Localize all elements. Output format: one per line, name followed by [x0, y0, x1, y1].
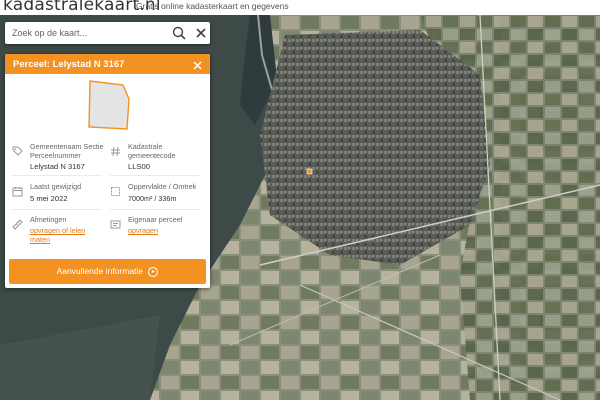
tag-icon	[12, 144, 23, 162]
area-icon	[110, 184, 121, 202]
field-code: Kadastrale gemeentecode LLS00	[110, 142, 205, 173]
site-tagline: Gratis online kadasterkaart en gegevens	[136, 1, 289, 11]
field-date: Laatst gewijzigd 5 mei 2022	[12, 182, 107, 207]
close-icon[interactable]	[193, 25, 209, 41]
divider	[12, 209, 102, 210]
divider	[110, 209, 200, 210]
field-value: LLS00	[128, 162, 150, 171]
panel-title: Perceel: Lelystad N 3167	[13, 59, 125, 70]
search-icon[interactable]	[171, 25, 187, 41]
field-area: Oppervlakte / Omtrek 7000m² / 336m	[110, 182, 205, 207]
divider	[12, 175, 102, 176]
field-label: Oppervlakte / Omtrek	[128, 182, 197, 191]
field-value: 5 mei 2022	[30, 194, 68, 203]
field-measure: Afmetingen opvragen of lelen maten	[12, 215, 107, 246]
parcel-shape	[88, 80, 130, 130]
owner-link[interactable]: opvragen	[128, 226, 158, 236]
more-info-button[interactable]: Aanvullende informatie ▸	[9, 259, 206, 284]
more-info-label: Aanvullende informatie	[56, 266, 144, 276]
ruler-icon	[12, 217, 23, 235]
field-label: Kadastrale gemeentecode	[128, 142, 176, 160]
measure-link[interactable]: opvragen of lelen maten	[30, 226, 85, 244]
id-card-icon	[110, 217, 121, 235]
field-label: Laatst gewijzigd	[30, 182, 82, 191]
field-gemeente: Gemeentenaam Sectie Perceelnummer Lelysta…	[12, 142, 107, 173]
field-owner: Eigenaar perceel opvragen	[110, 215, 205, 246]
field-value: 7000m² / 336m	[128, 194, 177, 203]
field-label: Afmetingen	[30, 215, 67, 224]
field-label: Eigenaar perceel	[128, 215, 183, 224]
calendar-icon	[12, 184, 23, 202]
header: kadastralekaart.nl Gratis online kadaste…	[0, 0, 600, 15]
divider	[110, 175, 200, 176]
panel-header: Perceel: Lelystad N 3167	[5, 54, 210, 74]
field-value: Lelystad N 3167	[30, 162, 85, 171]
arrow-right-circle-icon: ▸	[148, 266, 159, 277]
field-label: Gemeentenaam Sectie Perceelnummer	[30, 142, 104, 160]
search-bar	[5, 22, 210, 44]
hash-icon	[110, 144, 121, 162]
close-icon[interactable]	[192, 58, 203, 70]
search-input[interactable]	[12, 26, 162, 40]
parcel-panel: Perceel: Lelystad N 3167 Gemeentenaam Se…	[5, 54, 210, 288]
